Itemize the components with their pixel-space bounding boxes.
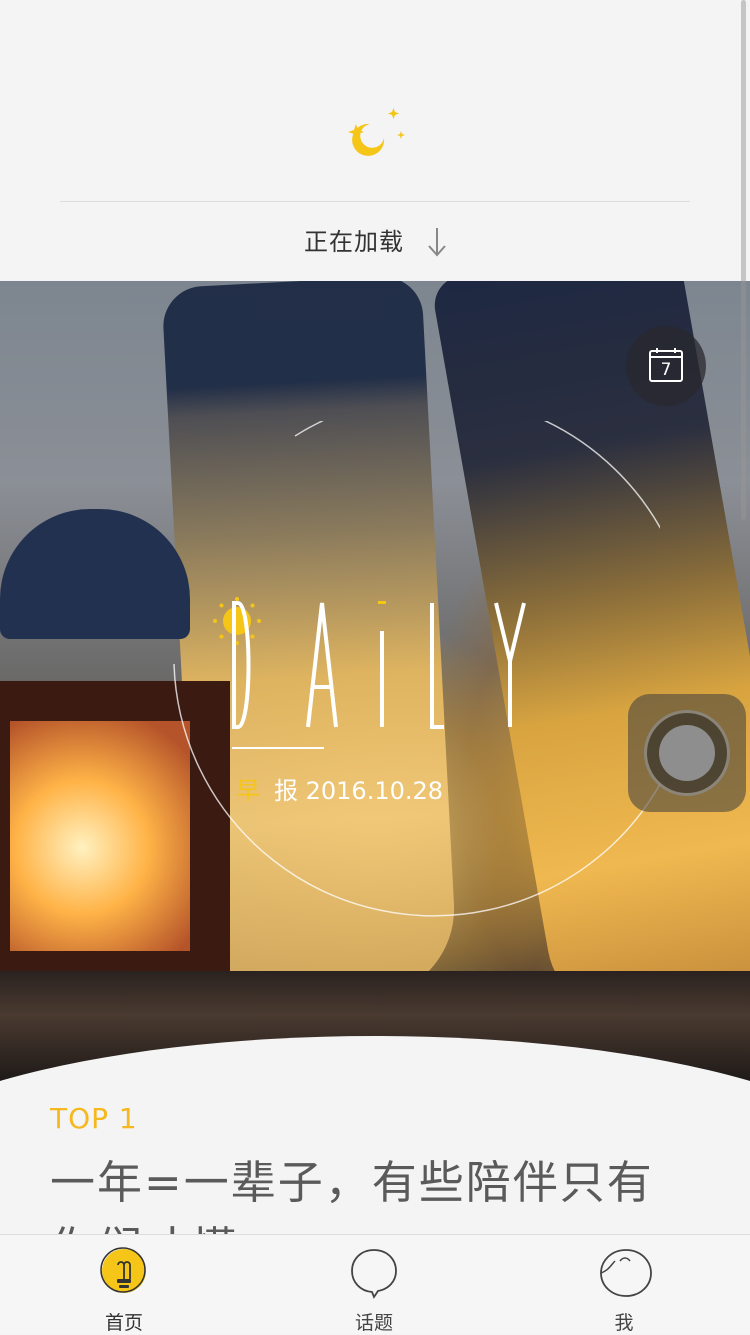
speech-bubble-icon xyxy=(351,1249,397,1299)
pull-to-refresh-header: 正在加载 xyxy=(0,0,750,281)
top-rank-label: TOP 1 xyxy=(50,1102,138,1135)
divider xyxy=(60,201,690,202)
tab-home-label: 首页 xyxy=(104,1312,143,1334)
calendar-button[interactable]: 7 xyxy=(626,326,706,406)
daily-logo xyxy=(232,601,526,729)
assistive-touch-button[interactable] xyxy=(628,694,746,812)
tab-me-label: 我 xyxy=(614,1312,634,1334)
profile-face-icon xyxy=(600,1249,652,1297)
daily-underline xyxy=(232,747,324,749)
assistive-touch-center xyxy=(659,725,715,781)
daily-hero-banner[interactable]: 7 早报 2016.10.28 xyxy=(0,281,750,1081)
loading-status: 正在加载 xyxy=(304,228,404,256)
date-prefix: 早 xyxy=(236,777,260,805)
daily-date: 早报 2016.10.28 xyxy=(236,771,443,806)
arrow-down-icon xyxy=(428,228,446,257)
assistive-touch-ring xyxy=(644,710,730,796)
scroll-indicator xyxy=(741,0,746,520)
calendar-day-number: 7 xyxy=(660,360,672,380)
lightbulb-icon xyxy=(100,1247,146,1293)
date-text: 报 2016.10.28 xyxy=(274,777,444,805)
moon-stars-icon xyxy=(348,108,405,156)
tab-me[interactable]: 我 xyxy=(564,1235,684,1335)
tab-topics-label: 话题 xyxy=(354,1312,393,1334)
tab-bar: 首页 话题 我 xyxy=(0,1234,750,1334)
tab-home[interactable]: 首页 xyxy=(64,1235,184,1335)
tab-topics[interactable]: 话题 xyxy=(314,1235,434,1335)
